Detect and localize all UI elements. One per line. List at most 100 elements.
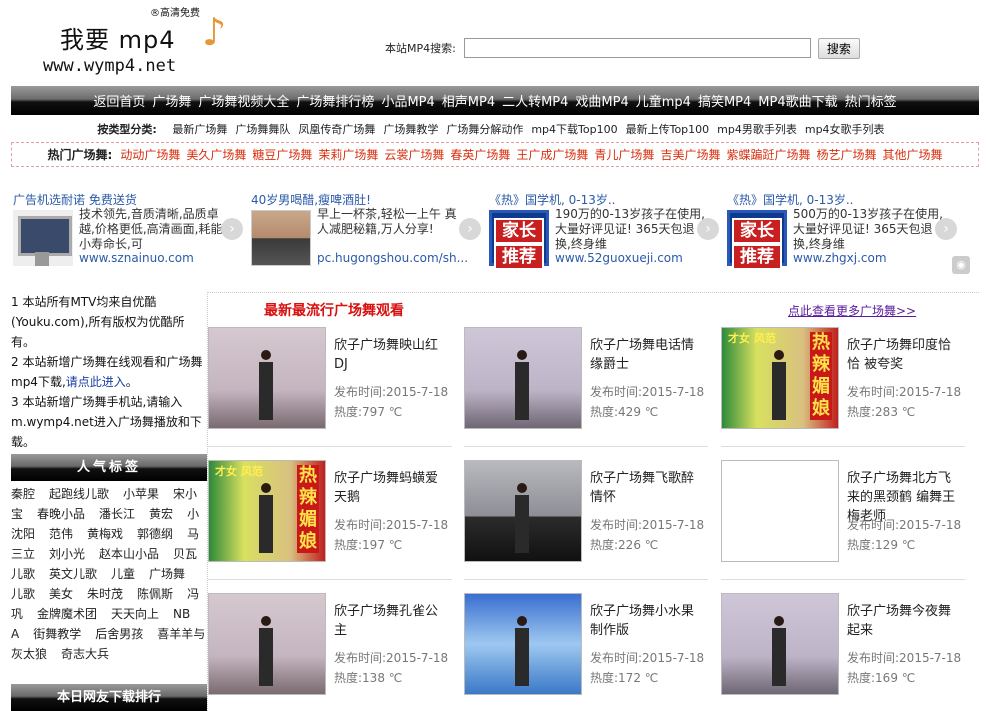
tag-link[interactable]: 刘小光 xyxy=(49,547,85,561)
video-card[interactable]: 才女 风范 热辣媚娘 欣子广场舞蚂蟥爱天鹅 发布时间:2015-7-18 热度:197 … xyxy=(208,460,452,580)
chevron-right-icon[interactable]: › xyxy=(221,218,243,240)
tag-link[interactable]: 赵本山小品 xyxy=(99,547,159,561)
tag-link[interactable]: 后舍男孩 xyxy=(95,627,143,641)
ad-title[interactable]: 广告机选耐诺 免费送货 xyxy=(13,191,137,208)
hot-dance-link[interactable]: 春英广场舞 xyxy=(450,146,510,163)
nav-link[interactable]: 儿童mp4 xyxy=(636,91,691,110)
video-card[interactable]: 欣子广场舞电话情缘爵士 发布时间:2015-7-18 热度:429 ℃ xyxy=(464,327,708,447)
video-card[interactable]: 才女 风范 热辣媚娘 欣子广场舞印度恰恰 被夸奖 发布时间:2015-7-18 热度:2… xyxy=(721,327,965,447)
ad-url[interactable]: www.zhgxj.com xyxy=(793,251,887,265)
chevron-right-icon[interactable]: › xyxy=(459,218,481,240)
tag-link[interactable]: 天天向上 xyxy=(111,607,159,621)
nav-link[interactable]: 热门标签 xyxy=(845,91,897,110)
video-title[interactable]: 欣子广场舞印度恰恰 被夸奖 xyxy=(847,336,963,374)
video-card[interactable]: 欣子广场舞孔雀公主 发布时间:2015-7-18 热度:138 ℃ xyxy=(208,593,452,711)
nav-link[interactable]: 广场舞视频大全 xyxy=(198,91,289,110)
ad-info-icon[interactable]: ◉ xyxy=(952,256,970,274)
category-link[interactable]: 最新广场舞 xyxy=(172,123,227,136)
tag-link[interactable]: 小苹果 xyxy=(123,487,159,501)
ad-card[interactable]: 40岁男喝醋,瘦啤酒肚! 早上一杯茶,轻松一上午 真人减肥秘籍,万人分享! pc.h… xyxy=(249,188,485,268)
tag-link[interactable]: 美女 xyxy=(49,587,73,601)
tag-link[interactable]: 秦腔 xyxy=(11,487,35,501)
category-link[interactable]: mp4男歌手列表 xyxy=(717,123,797,136)
tag-link[interactable]: 街舞教学 xyxy=(33,627,81,641)
hot-dance-link[interactable]: 云裳广场舞 xyxy=(384,146,444,163)
ad-card[interactable]: 广告机选耐诺 免费送货 技术领先,音质清晰,品质卓越,价格更低,高清画面,耗能小寿… xyxy=(11,188,247,268)
tag-link[interactable]: 英文儿歌 xyxy=(49,567,97,581)
category-link[interactable]: 最新上传Top100 xyxy=(626,123,710,136)
video-title[interactable]: 欣子广场舞蚂蟥爱天鹅 xyxy=(334,469,450,507)
ad-image[interactable]: 家长 推荐 xyxy=(489,210,549,270)
video-thumbnail[interactable] xyxy=(208,593,326,695)
chevron-right-icon[interactable]: › xyxy=(697,218,719,240)
tag-link[interactable]: 黄宏 xyxy=(149,507,173,521)
tag-link[interactable]: 广场舞 xyxy=(149,567,185,581)
video-thumbnail[interactable] xyxy=(464,327,582,429)
search-button[interactable]: 搜索 xyxy=(817,37,860,59)
tag-link[interactable]: 儿童 xyxy=(111,567,135,581)
tag-link[interactable]: 陈佩斯 xyxy=(137,587,173,601)
video-card[interactable]: 欣子广场舞北方飞来的黑颈鹤 编舞王梅老师 发布时间:2015-7-18 热度:129… xyxy=(721,460,965,580)
nav-link[interactable]: 广场舞 xyxy=(152,91,191,110)
hot-dance-link[interactable]: 青儿广场舞 xyxy=(594,146,654,163)
ad-title[interactable]: 《热》国学机, 0-13岁.. xyxy=(489,191,616,208)
video-title[interactable]: 欣子广场舞飞歌醉情怀 xyxy=(590,469,706,507)
category-link[interactable]: 广场舞教学 xyxy=(383,123,438,136)
video-thumbnail[interactable]: 才女 风范 热辣媚娘 xyxy=(208,460,326,562)
hot-dance-link[interactable]: 吉美广场舞 xyxy=(660,146,720,163)
tag-link[interactable]: 黄梅戏 xyxy=(87,527,123,541)
nav-link[interactable]: 广场舞排行榜 xyxy=(296,91,374,110)
tag-link[interactable]: 郭德纲 xyxy=(137,527,173,541)
nav-link[interactable]: 相声MP4 xyxy=(442,91,495,110)
ad-image[interactable]: 家长 推荐 xyxy=(727,210,787,270)
nav-link[interactable]: 二人转MP4 xyxy=(502,91,568,110)
ad-title[interactable]: 《热》国学机, 0-13岁.. xyxy=(727,191,854,208)
nav-link[interactable]: MP4歌曲下载 xyxy=(758,91,837,110)
category-link[interactable]: 凤凰传奇广场舞 xyxy=(298,123,375,136)
nav-link[interactable]: 搞笑MP4 xyxy=(698,91,751,110)
video-title[interactable]: 欣子广场舞映山红DJ xyxy=(334,336,450,374)
video-title[interactable]: 欣子广场舞今夜舞起来 xyxy=(847,602,963,640)
tag-link[interactable]: 起跑线儿歌 xyxy=(49,487,109,501)
video-card[interactable]: 欣子广场舞飞歌醉情怀 发布时间:2015-7-18 热度:226 ℃ xyxy=(464,460,708,580)
video-title[interactable]: 欣子广场舞孔雀公主 xyxy=(334,602,450,640)
video-card[interactable]: 欣子广场舞小水果制作版 发布时间:2015-7-18 热度:172 ℃ xyxy=(464,593,708,711)
hot-dance-link[interactable]: 紫蝶蹁跹广场舞 xyxy=(726,146,810,163)
video-thumbnail[interactable] xyxy=(464,460,582,562)
site-logo[interactable]: ®高清免费 我要 mp4 www.wymp4.net ♪ xyxy=(40,8,240,78)
category-link[interactable]: 广场舞舞队 xyxy=(235,123,290,136)
more-dances-link[interactable]: 点此查看更多广场舞>> xyxy=(788,302,916,319)
hot-dance-link[interactable]: 美久广场舞 xyxy=(186,146,246,163)
category-link[interactable]: mp4下载Top100 xyxy=(531,123,617,136)
ad-image[interactable] xyxy=(13,210,73,266)
tag-link[interactable]: 金牌魔术团 xyxy=(37,607,97,621)
ad-image[interactable] xyxy=(251,210,311,266)
ad-title[interactable]: 40岁男喝醋,瘦啤酒肚! xyxy=(251,191,371,208)
video-card[interactable]: 欣子广场舞今夜舞起来 发布时间:2015-7-18 热度:169 ℃ xyxy=(721,593,965,711)
chevron-right-icon[interactable]: › xyxy=(935,218,957,240)
category-link[interactable]: mp4女歌手列表 xyxy=(805,123,885,136)
ad-card[interactable]: 《热》国学机, 0-13岁.. 家长 推荐 500万的0-13岁孩子在使用,大量好评见… xyxy=(725,188,961,270)
nav-link[interactable]: 返回首页 xyxy=(93,91,145,110)
search-input[interactable] xyxy=(463,38,811,58)
ad-url[interactable]: www.sznainuo.com xyxy=(79,251,194,265)
video-title[interactable]: 欣子广场舞电话情缘爵士 xyxy=(590,336,706,374)
video-thumbnail[interactable]: 才女 风范 热辣媚娘 xyxy=(721,327,839,429)
hot-dance-link[interactable]: 动动广场舞 xyxy=(120,146,180,163)
tag-link[interactable]: 潘长江 xyxy=(99,507,135,521)
tag-link[interactable]: 春晚小品 xyxy=(37,507,85,521)
tag-link[interactable]: 儿歌 xyxy=(11,587,35,601)
hot-dance-link[interactable]: 杨艺广场舞 xyxy=(816,146,876,163)
ad-card[interactable]: 《热》国学机, 0-13岁.. 家长 推荐 190万的0-13岁孩子在使用,大量好评见… xyxy=(487,188,723,270)
hot-dance-link[interactable]: 王广成广场舞 xyxy=(516,146,588,163)
video-thumbnail[interactable] xyxy=(721,593,839,695)
video-thumbnail[interactable] xyxy=(464,593,582,695)
video-thumbnail[interactable] xyxy=(208,327,326,429)
tag-link[interactable]: 朱时茂 xyxy=(87,587,123,601)
hot-dance-link[interactable]: 其他广场舞 xyxy=(882,146,942,163)
video-thumbnail[interactable] xyxy=(721,460,839,562)
hot-dance-link[interactable]: 糖豆广场舞 xyxy=(252,146,312,163)
nav-link[interactable]: 戏曲MP4 xyxy=(575,91,628,110)
tag-link[interactable]: 奇志大兵 xyxy=(61,647,109,661)
ad-url[interactable]: www.52guoxueji.com xyxy=(555,251,683,265)
